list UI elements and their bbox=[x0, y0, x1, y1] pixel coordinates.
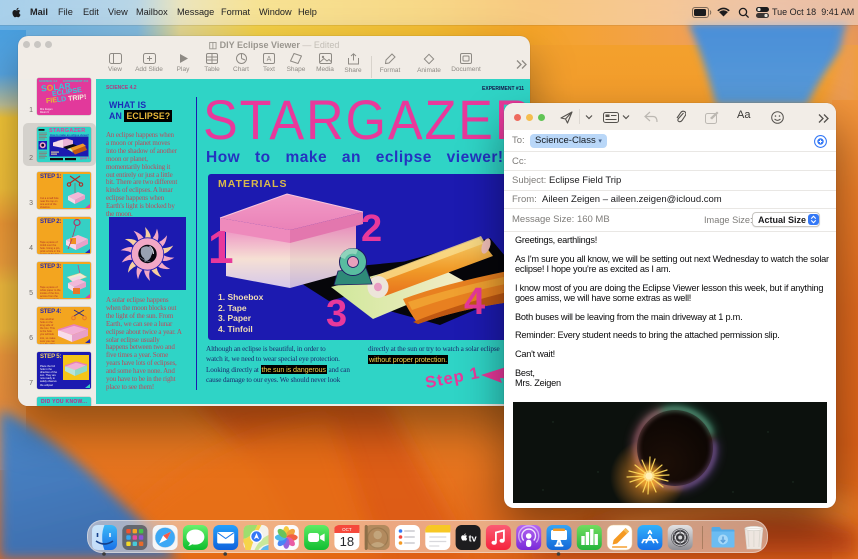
svg-text:OCT: OCT bbox=[342, 527, 352, 532]
svg-text:18: 18 bbox=[339, 534, 353, 549]
svg-text:tv: tv bbox=[468, 534, 476, 544]
